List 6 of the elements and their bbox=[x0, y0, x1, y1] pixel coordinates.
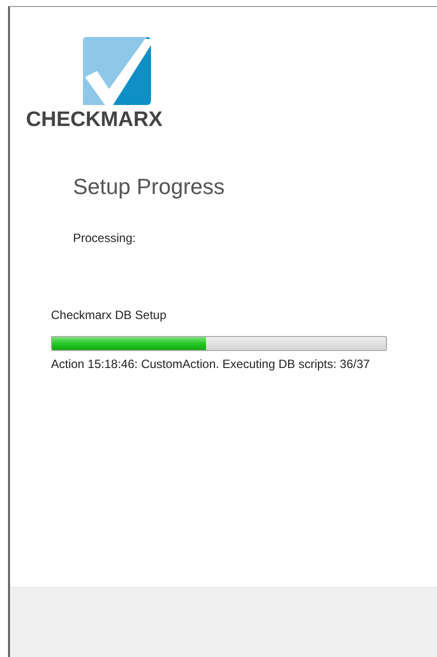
checkmark-logo-icon bbox=[83, 37, 151, 105]
status-label: Processing: bbox=[73, 231, 137, 245]
component-label: Checkmarx DB Setup bbox=[51, 308, 168, 322]
page-title: Setup Progress bbox=[73, 174, 226, 200]
action-text: Action 15:18:46: CustomAction. Executing DB scripts: 36/37 bbox=[51, 357, 371, 371]
logo-text: CHECKMARX bbox=[26, 108, 162, 132]
